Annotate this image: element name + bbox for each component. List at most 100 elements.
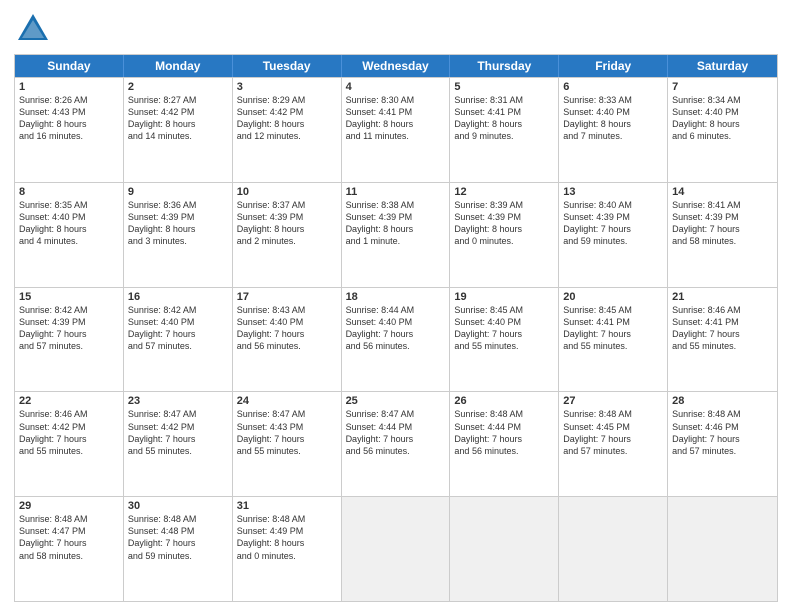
day-number: 4 (346, 81, 446, 93)
cell-content: Sunrise: 8:35 AM Sunset: 4:40 PM Dayligh… (19, 199, 119, 248)
cell-content: Sunrise: 8:48 AM Sunset: 4:44 PM Dayligh… (454, 408, 554, 457)
cell-content: Sunrise: 8:48 AM Sunset: 4:47 PM Dayligh… (19, 513, 119, 562)
day-number: 7 (672, 81, 773, 93)
cal-cell: 19Sunrise: 8:45 AM Sunset: 4:40 PM Dayli… (450, 288, 559, 392)
calendar-body: 1Sunrise: 8:26 AM Sunset: 4:43 PM Daylig… (15, 77, 777, 601)
cell-content: Sunrise: 8:37 AM Sunset: 4:39 PM Dayligh… (237, 199, 337, 248)
cal-cell: 7Sunrise: 8:34 AM Sunset: 4:40 PM Daylig… (668, 78, 777, 182)
cell-content: Sunrise: 8:45 AM Sunset: 4:40 PM Dayligh… (454, 304, 554, 353)
cal-header-monday: Monday (124, 55, 233, 77)
cal-cell: 18Sunrise: 8:44 AM Sunset: 4:40 PM Dayli… (342, 288, 451, 392)
cal-cell: 30Sunrise: 8:48 AM Sunset: 4:48 PM Dayli… (124, 497, 233, 601)
cal-cell: 15Sunrise: 8:42 AM Sunset: 4:39 PM Dayli… (15, 288, 124, 392)
cal-header-thursday: Thursday (450, 55, 559, 77)
cal-row-2: 8Sunrise: 8:35 AM Sunset: 4:40 PM Daylig… (15, 182, 777, 287)
cal-cell (450, 497, 559, 601)
cell-content: Sunrise: 8:38 AM Sunset: 4:39 PM Dayligh… (346, 199, 446, 248)
day-number: 26 (454, 395, 554, 407)
cell-content: Sunrise: 8:39 AM Sunset: 4:39 PM Dayligh… (454, 199, 554, 248)
cell-content: Sunrise: 8:27 AM Sunset: 4:42 PM Dayligh… (128, 94, 228, 143)
day-number: 25 (346, 395, 446, 407)
cal-header-wednesday: Wednesday (342, 55, 451, 77)
cell-content: Sunrise: 8:48 AM Sunset: 4:49 PM Dayligh… (237, 513, 337, 562)
day-number: 28 (672, 395, 773, 407)
cell-content: Sunrise: 8:47 AM Sunset: 4:43 PM Dayligh… (237, 408, 337, 457)
cell-content: Sunrise: 8:44 AM Sunset: 4:40 PM Dayligh… (346, 304, 446, 353)
day-number: 12 (454, 186, 554, 198)
cell-content: Sunrise: 8:31 AM Sunset: 4:41 PM Dayligh… (454, 94, 554, 143)
cal-header-saturday: Saturday (668, 55, 777, 77)
cal-cell: 2Sunrise: 8:27 AM Sunset: 4:42 PM Daylig… (124, 78, 233, 182)
cell-content: Sunrise: 8:42 AM Sunset: 4:40 PM Dayligh… (128, 304, 228, 353)
cell-content: Sunrise: 8:48 AM Sunset: 4:48 PM Dayligh… (128, 513, 228, 562)
cell-content: Sunrise: 8:48 AM Sunset: 4:46 PM Dayligh… (672, 408, 773, 457)
logo-svg (14, 10, 52, 48)
cell-content: Sunrise: 8:34 AM Sunset: 4:40 PM Dayligh… (672, 94, 773, 143)
day-number: 18 (346, 291, 446, 303)
cal-header-friday: Friday (559, 55, 668, 77)
cal-row-1: 1Sunrise: 8:26 AM Sunset: 4:43 PM Daylig… (15, 77, 777, 182)
cell-content: Sunrise: 8:48 AM Sunset: 4:45 PM Dayligh… (563, 408, 663, 457)
day-number: 20 (563, 291, 663, 303)
day-number: 15 (19, 291, 119, 303)
calendar-header: SundayMondayTuesdayWednesdayThursdayFrid… (15, 55, 777, 77)
day-number: 3 (237, 81, 337, 93)
day-number: 23 (128, 395, 228, 407)
logo (14, 10, 52, 48)
day-number: 16 (128, 291, 228, 303)
cell-content: Sunrise: 8:46 AM Sunset: 4:41 PM Dayligh… (672, 304, 773, 353)
day-number: 29 (19, 500, 119, 512)
cell-content: Sunrise: 8:42 AM Sunset: 4:39 PM Dayligh… (19, 304, 119, 353)
cell-content: Sunrise: 8:41 AM Sunset: 4:39 PM Dayligh… (672, 199, 773, 248)
day-number: 14 (672, 186, 773, 198)
cal-cell: 13Sunrise: 8:40 AM Sunset: 4:39 PM Dayli… (559, 183, 668, 287)
cell-content: Sunrise: 8:29 AM Sunset: 4:42 PM Dayligh… (237, 94, 337, 143)
cal-cell: 25Sunrise: 8:47 AM Sunset: 4:44 PM Dayli… (342, 392, 451, 496)
cal-cell: 6Sunrise: 8:33 AM Sunset: 4:40 PM Daylig… (559, 78, 668, 182)
cal-cell: 3Sunrise: 8:29 AM Sunset: 4:42 PM Daylig… (233, 78, 342, 182)
cal-cell: 22Sunrise: 8:46 AM Sunset: 4:42 PM Dayli… (15, 392, 124, 496)
cal-header-sunday: Sunday (15, 55, 124, 77)
day-number: 5 (454, 81, 554, 93)
page: SundayMondayTuesdayWednesdayThursdayFrid… (0, 0, 792, 612)
cal-cell: 8Sunrise: 8:35 AM Sunset: 4:40 PM Daylig… (15, 183, 124, 287)
cal-row-3: 15Sunrise: 8:42 AM Sunset: 4:39 PM Dayli… (15, 287, 777, 392)
cal-cell (342, 497, 451, 601)
cell-content: Sunrise: 8:45 AM Sunset: 4:41 PM Dayligh… (563, 304, 663, 353)
cal-cell: 24Sunrise: 8:47 AM Sunset: 4:43 PM Dayli… (233, 392, 342, 496)
cal-cell: 26Sunrise: 8:48 AM Sunset: 4:44 PM Dayli… (450, 392, 559, 496)
cell-content: Sunrise: 8:43 AM Sunset: 4:40 PM Dayligh… (237, 304, 337, 353)
cal-cell (559, 497, 668, 601)
cal-cell: 31Sunrise: 8:48 AM Sunset: 4:49 PM Dayli… (233, 497, 342, 601)
cal-cell: 14Sunrise: 8:41 AM Sunset: 4:39 PM Dayli… (668, 183, 777, 287)
cal-row-4: 22Sunrise: 8:46 AM Sunset: 4:42 PM Dayli… (15, 391, 777, 496)
day-number: 8 (19, 186, 119, 198)
cal-cell: 12Sunrise: 8:39 AM Sunset: 4:39 PM Dayli… (450, 183, 559, 287)
cal-cell: 11Sunrise: 8:38 AM Sunset: 4:39 PM Dayli… (342, 183, 451, 287)
cal-cell: 4Sunrise: 8:30 AM Sunset: 4:41 PM Daylig… (342, 78, 451, 182)
day-number: 17 (237, 291, 337, 303)
cell-content: Sunrise: 8:40 AM Sunset: 4:39 PM Dayligh… (563, 199, 663, 248)
day-number: 11 (346, 186, 446, 198)
calendar: SundayMondayTuesdayWednesdayThursdayFrid… (14, 54, 778, 602)
day-number: 1 (19, 81, 119, 93)
cell-content: Sunrise: 8:46 AM Sunset: 4:42 PM Dayligh… (19, 408, 119, 457)
cal-cell: 29Sunrise: 8:48 AM Sunset: 4:47 PM Dayli… (15, 497, 124, 601)
day-number: 19 (454, 291, 554, 303)
day-number: 31 (237, 500, 337, 512)
cal-cell: 5Sunrise: 8:31 AM Sunset: 4:41 PM Daylig… (450, 78, 559, 182)
cell-content: Sunrise: 8:30 AM Sunset: 4:41 PM Dayligh… (346, 94, 446, 143)
day-number: 27 (563, 395, 663, 407)
cal-cell: 1Sunrise: 8:26 AM Sunset: 4:43 PM Daylig… (15, 78, 124, 182)
cal-row-5: 29Sunrise: 8:48 AM Sunset: 4:47 PM Dayli… (15, 496, 777, 601)
cell-content: Sunrise: 8:47 AM Sunset: 4:42 PM Dayligh… (128, 408, 228, 457)
cal-header-tuesday: Tuesday (233, 55, 342, 77)
cal-cell: 9Sunrise: 8:36 AM Sunset: 4:39 PM Daylig… (124, 183, 233, 287)
cal-cell: 23Sunrise: 8:47 AM Sunset: 4:42 PM Dayli… (124, 392, 233, 496)
cal-cell: 20Sunrise: 8:45 AM Sunset: 4:41 PM Dayli… (559, 288, 668, 392)
cal-cell: 28Sunrise: 8:48 AM Sunset: 4:46 PM Dayli… (668, 392, 777, 496)
day-number: 22 (19, 395, 119, 407)
day-number: 13 (563, 186, 663, 198)
cal-cell: 10Sunrise: 8:37 AM Sunset: 4:39 PM Dayli… (233, 183, 342, 287)
cal-cell: 27Sunrise: 8:48 AM Sunset: 4:45 PM Dayli… (559, 392, 668, 496)
